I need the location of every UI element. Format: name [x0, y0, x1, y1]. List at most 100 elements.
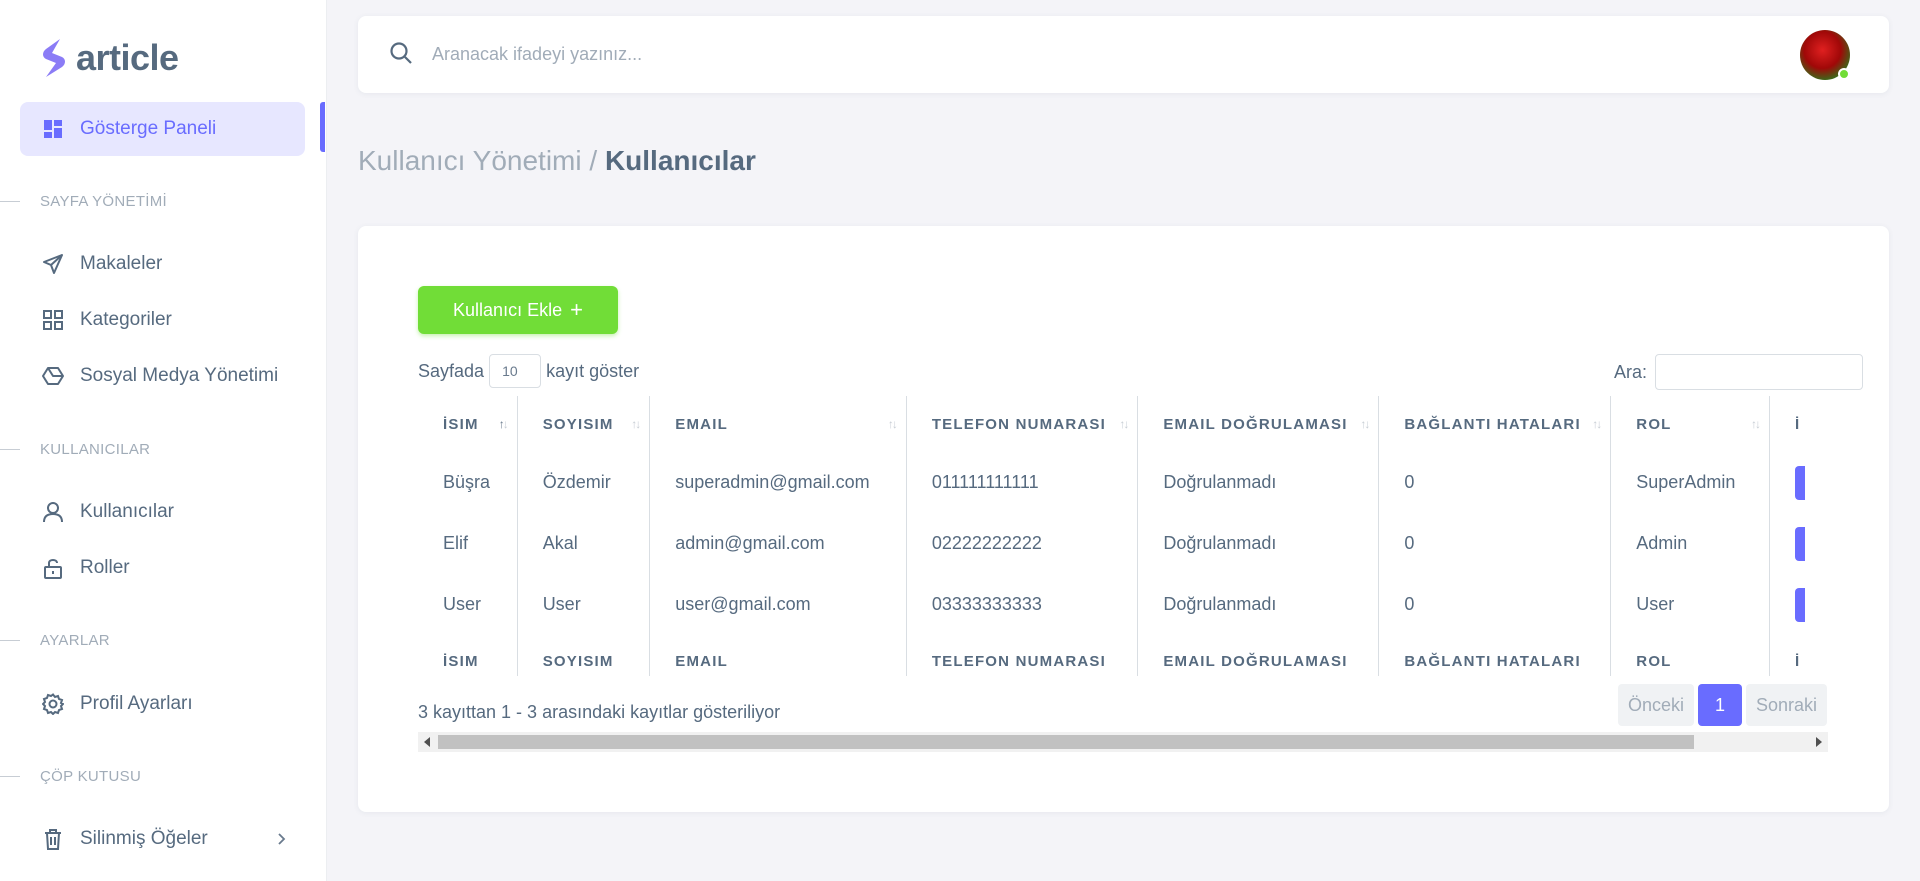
- row-action-button[interactable]: [1795, 465, 1805, 500]
- table-row: User User user@gmail.com 03333333333 Doğ…: [418, 574, 1828, 635]
- sidebar-item-categories[interactable]: Kategoriler: [20, 293, 305, 347]
- users-card: Kullanıcı Ekle + Sayfada 10 kayıt göster…: [358, 226, 1889, 812]
- column-header[interactable]: ROL ↑↓: [1610, 396, 1770, 452]
- cell-connection-errors: 0: [1378, 513, 1612, 574]
- column-header[interactable]: EMAIL ↑↓: [649, 396, 907, 452]
- lock-open-icon: [42, 557, 64, 579]
- breadcrumb-parent[interactable]: Kullanıcı Yönetimi /: [358, 145, 597, 176]
- cell-actions: [1770, 574, 1829, 635]
- scroll-left-icon[interactable]: [424, 737, 430, 747]
- cell-role: Admin: [1610, 513, 1770, 574]
- search-input[interactable]: [432, 38, 1232, 70]
- sidebar: article Gösterge Paneli SAYFA YÖNETİMİ M…: [0, 0, 326, 881]
- page-length-control: Sayfada 10 kayıt göster: [418, 354, 639, 388]
- brand[interactable]: article: [38, 36, 179, 80]
- cell-email: admin@gmail.com: [649, 513, 907, 574]
- page-length-suffix: kayıt göster: [546, 360, 640, 381]
- sidebar-item-articles[interactable]: Makaleler: [20, 237, 305, 291]
- sidebar-item-social-media[interactable]: Sosyal Medya Yönetimi: [20, 349, 305, 403]
- search-icon[interactable]: [388, 40, 414, 66]
- page-length-select[interactable]: 10: [489, 354, 542, 388]
- table-info: 3 kayıttan 1 - 3 arasındaki kayıtlar gös…: [418, 702, 781, 722]
- plus-icon: +: [570, 297, 583, 322]
- column-header[interactable]: TELEFON NUMARASI ↑↓: [906, 396, 1139, 452]
- row-action-button[interactable]: [1795, 587, 1805, 622]
- scrollbar-thumb[interactable]: [438, 735, 1694, 749]
- gear-icon: [42, 693, 64, 715]
- send-icon: [42, 253, 64, 275]
- sidebar-item-label: Silinmiş Öğeler: [80, 828, 208, 849]
- page-title: Kullanıcılar: [604, 145, 756, 176]
- table-row: Büşra Özdemir superadmin@gmail.com 01111…: [418, 452, 1828, 513]
- cell-email-verification: Doğrulanmadı: [1137, 574, 1380, 635]
- sidebar-item-dashboard[interactable]: Gösterge Paneli: [20, 102, 305, 156]
- user-icon: [42, 501, 64, 523]
- cell-email-verification: Doğrulanmadı: [1137, 513, 1380, 574]
- sidebar-item-label: Roller: [80, 557, 130, 578]
- column-header[interactable]: İSIM ↑↓: [418, 396, 518, 452]
- prev-page-button[interactable]: Önceki: [1617, 684, 1694, 726]
- column-header[interactable]: SOYISIM ↑↓: [517, 396, 651, 452]
- cell-actions: [1770, 452, 1829, 513]
- sidebar-item-users[interactable]: Kullanıcılar: [20, 485, 305, 539]
- cell-surname: Özdemir: [517, 452, 651, 513]
- dashboard-icon: [42, 118, 64, 140]
- sidebar-item-profile-settings[interactable]: Profil Ayarları: [20, 677, 305, 731]
- sidebar-item-label: Kategoriler: [80, 309, 172, 330]
- pagination: Önceki 1 Sonraki: [1617, 684, 1827, 726]
- horizontal-scrollbar[interactable]: [418, 732, 1828, 752]
- sort-icon: ↑↓: [887, 417, 898, 431]
- cell-connection-errors: 0: [1378, 452, 1612, 513]
- active-indicator: [320, 102, 325, 152]
- scroll-right-icon[interactable]: [1816, 737, 1822, 747]
- sidebar-item-deleted-items[interactable]: Silinmiş Öğeler: [20, 812, 305, 866]
- cell-role: SuperAdmin: [1610, 452, 1770, 513]
- sidebar-item-label: Gösterge Paneli: [80, 118, 217, 139]
- sort-icon: ↑↓: [1119, 417, 1129, 431]
- sidebar-section-header: ÇÖP KUTUSU: [0, 766, 300, 786]
- sort-icon: ↑↓: [631, 417, 641, 431]
- table-header-row: İSIM ↑↓ SOYISIM ↑↓ EMAIL ↑↓ TELEFON NUMARAS…: [418, 396, 1828, 452]
- cell-phone: 02222222222: [906, 513, 1139, 574]
- sidebar-item-label: Profil Ayarları: [80, 693, 193, 714]
- column-footer: EMAIL DOĞRULAMASI: [1137, 635, 1380, 676]
- sidebar-item-label: Sosyal Medya Yönetimi: [80, 365, 279, 386]
- grid-icon: [42, 309, 64, 331]
- breadcrumb: Kullanıcı Yönetimi / Kullanıcılar: [358, 145, 756, 177]
- add-user-label: Kullanıcı Ekle: [453, 299, 563, 320]
- table-footer-row: İSIM SOYISIM EMAIL TELEFON NUMARASI EMAI…: [418, 635, 1828, 676]
- column-footer: İSIM: [418, 635, 518, 676]
- column-footer: EMAIL: [649, 635, 907, 676]
- column-footer: İ: [1795, 652, 1801, 670]
- column-footer: SOYISIM: [517, 635, 651, 676]
- cell-phone: 011111111111: [906, 452, 1139, 513]
- next-page-button[interactable]: Sonraki: [1745, 684, 1827, 726]
- table-filter: Ara:: [1614, 354, 1863, 390]
- sidebar-section-header: KULLANICILAR: [0, 439, 300, 459]
- sidebar-section-header: AYARLAR: [0, 630, 300, 650]
- row-action-button[interactable]: [1795, 526, 1805, 561]
- cell-surname: Akal: [517, 513, 651, 574]
- sort-icon: ↑↓: [1592, 417, 1602, 431]
- cube-icon: [42, 365, 64, 387]
- column-header[interactable]: BAĞLANTI HATALARI ↑↓: [1378, 396, 1612, 452]
- online-status-dot: [1838, 68, 1850, 80]
- sort-icon: ↑↓: [1360, 417, 1370, 431]
- sort-asc-icon: ↑↓: [498, 417, 509, 431]
- sort-icon: ↑↓: [1751, 417, 1761, 431]
- cell-name: Elif: [418, 513, 518, 574]
- sidebar-item-roles[interactable]: Roller: [20, 541, 305, 595]
- column-header[interactable]: EMAIL DOĞRULAMASI ↑↓: [1137, 396, 1380, 452]
- cell-email: user@gmail.com: [649, 574, 907, 635]
- page-button-current[interactable]: 1: [1697, 684, 1742, 726]
- column-footer: ROL: [1610, 635, 1770, 676]
- users-table: İSIM ↑↓ SOYISIM ↑↓ EMAIL ↑↓ TELEFON NUMARAS…: [418, 396, 1828, 676]
- filter-input[interactable]: [1655, 354, 1863, 390]
- filter-label: Ara:: [1613, 361, 1647, 382]
- cell-email: superadmin@gmail.com: [649, 452, 907, 513]
- add-user-button[interactable]: Kullanıcı Ekle +: [418, 286, 618, 334]
- column-header[interactable]: İ: [1770, 396, 1829, 452]
- trash-icon: [42, 828, 64, 850]
- column-footer: TELEFON NUMARASI: [906, 635, 1139, 676]
- cell-name: Büşra: [418, 452, 518, 513]
